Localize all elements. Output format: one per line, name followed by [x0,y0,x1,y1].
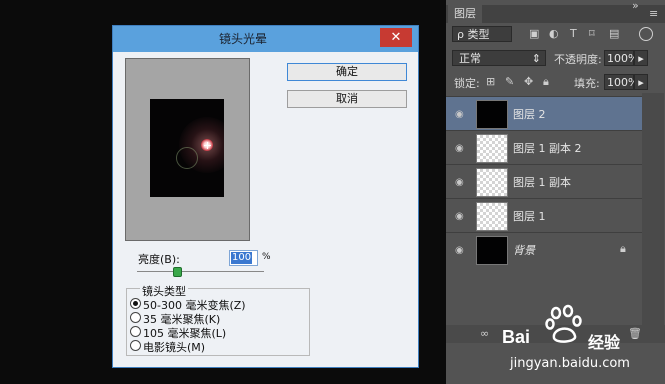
layer-row-layer-1[interactable]: ◉ 图层 1 [446,198,642,232]
layer-row-background[interactable]: ◉ 背景 🔒︎ [446,232,642,266]
dialog-title: 镜头光晕 [218,32,267,46]
brightness-slider-track[interactable] [137,271,264,272]
lock-position-icon[interactable]: ✥ [524,76,533,88]
layer-name: 图层 2 [513,108,546,121]
watermark-brand: Bai [502,327,531,347]
shape-filter-icon[interactable]: ⌑ [589,28,595,40]
lock-label: 锁定: [454,77,480,90]
watermark: Bai 经验 jingyan.baidu.com [496,304,636,376]
layer-name: 图层 1 副本 2 [513,142,582,155]
lens-flare-dialog: 镜头光晕 ✕ 确定 取消 亮度(B): 100 % 镜头类型 50-300 毫米… [112,25,419,368]
opacity-label: 不透明度: [554,53,602,66]
ok-button[interactable]: 确定 [287,63,407,81]
opacity-dropdown-button[interactable]: ▸ [634,50,648,66]
smart-object-filter-icon[interactable]: ▤ [609,28,619,40]
watermark-url: jingyan.baidu.com [510,356,630,371]
cancel-button[interactable]: 取消 [287,90,407,108]
filter-toggle-icon[interactable] [639,27,653,41]
tab-layers[interactable]: 图层 [448,5,482,23]
fill-label: 填充: [574,77,600,90]
lens-35-radio[interactable] [130,312,141,323]
visibility-eye-icon[interactable]: ◉ [455,109,464,120]
layer-thumbnail [476,134,508,163]
opacity-input[interactable]: 100% [604,50,638,66]
panel-tab-bar: 图层 » ≡ [446,0,665,23]
dialog-title-bar[interactable]: 镜头光晕 ✕ [113,26,418,52]
lens-movie-radio[interactable] [130,340,141,351]
type-filter-icon[interactable]: T [570,28,577,40]
brightness-input[interactable]: 100 [229,250,258,266]
visibility-eye-icon[interactable]: ◉ [455,211,464,222]
collapse-arrows-icon[interactable]: » [632,0,639,12]
adjustment-filter-icon[interactable]: ◐ [549,28,559,40]
layer-row-layer-2[interactable]: ◉ 图层 2 [446,96,642,130]
flare-preview-frame[interactable] [125,58,250,241]
layer-thumbnail [476,100,508,129]
layer-name: 背景 [513,244,535,257]
layer-thumbnail [476,168,508,197]
visibility-eye-icon[interactable]: ◉ [455,177,464,188]
brightness-unit: % [262,252,271,262]
layer-thumbnail [476,202,508,231]
layer-row-layer-1-copy[interactable]: ◉ 图层 1 副本 [446,164,642,198]
blend-mode-select[interactable]: 正常 ⇕ [452,50,546,66]
chevron-down-icon: ⇕ [531,52,541,65]
panel-menu-icon[interactable]: ≡ [649,8,658,20]
layer-name: 图层 1 副本 [513,176,571,189]
lens-105-radio[interactable] [130,326,141,337]
close-button[interactable]: ✕ [380,28,412,47]
visibility-eye-icon[interactable]: ◉ [455,245,464,256]
brightness-label: 亮度(B): [138,253,180,266]
visibility-eye-icon[interactable]: ◉ [455,143,464,154]
watermark-product: 经验 [588,333,621,352]
crosshair-horizontal [204,145,211,146]
flare-halo-ring [176,147,198,169]
link-layers-icon[interactable]: ∞ [480,328,489,340]
layer-row-layer-1-copy-2[interactable]: ◉ 图层 1 副本 2 [446,130,642,164]
brightness-slider-thumb[interactable] [173,267,182,277]
blend-mode-value: 正常 [459,52,481,65]
layer-thumbnail [476,236,508,265]
layers-scrollbar[interactable] [642,93,664,325]
lock-all-icon[interactable]: 🔒︎ [543,76,549,88]
brightness-value: 100 [231,252,253,264]
fill-input[interactable]: 100% [604,74,638,90]
layer-name: 图层 1 [513,210,546,223]
lens-movie-label[interactable]: 电影镜头(M) [143,339,205,355]
lens-50-300-radio[interactable] [130,298,141,309]
filter-kind-value: ρ 类型 [457,28,490,41]
filter-kind-select[interactable]: ρ 类型 [452,26,512,42]
fill-dropdown-button[interactable]: ▸ [634,74,648,90]
lock-transparent-icon[interactable]: ⊞ [486,76,495,88]
lock-image-icon[interactable]: ✎ [505,76,514,88]
flare-preview-image[interactable] [150,99,224,197]
pixel-filter-icon[interactable]: ▣ [529,28,539,40]
layer-lock-icon: 🔒︎ [620,242,626,255]
paw-logo-icon [545,304,582,343]
